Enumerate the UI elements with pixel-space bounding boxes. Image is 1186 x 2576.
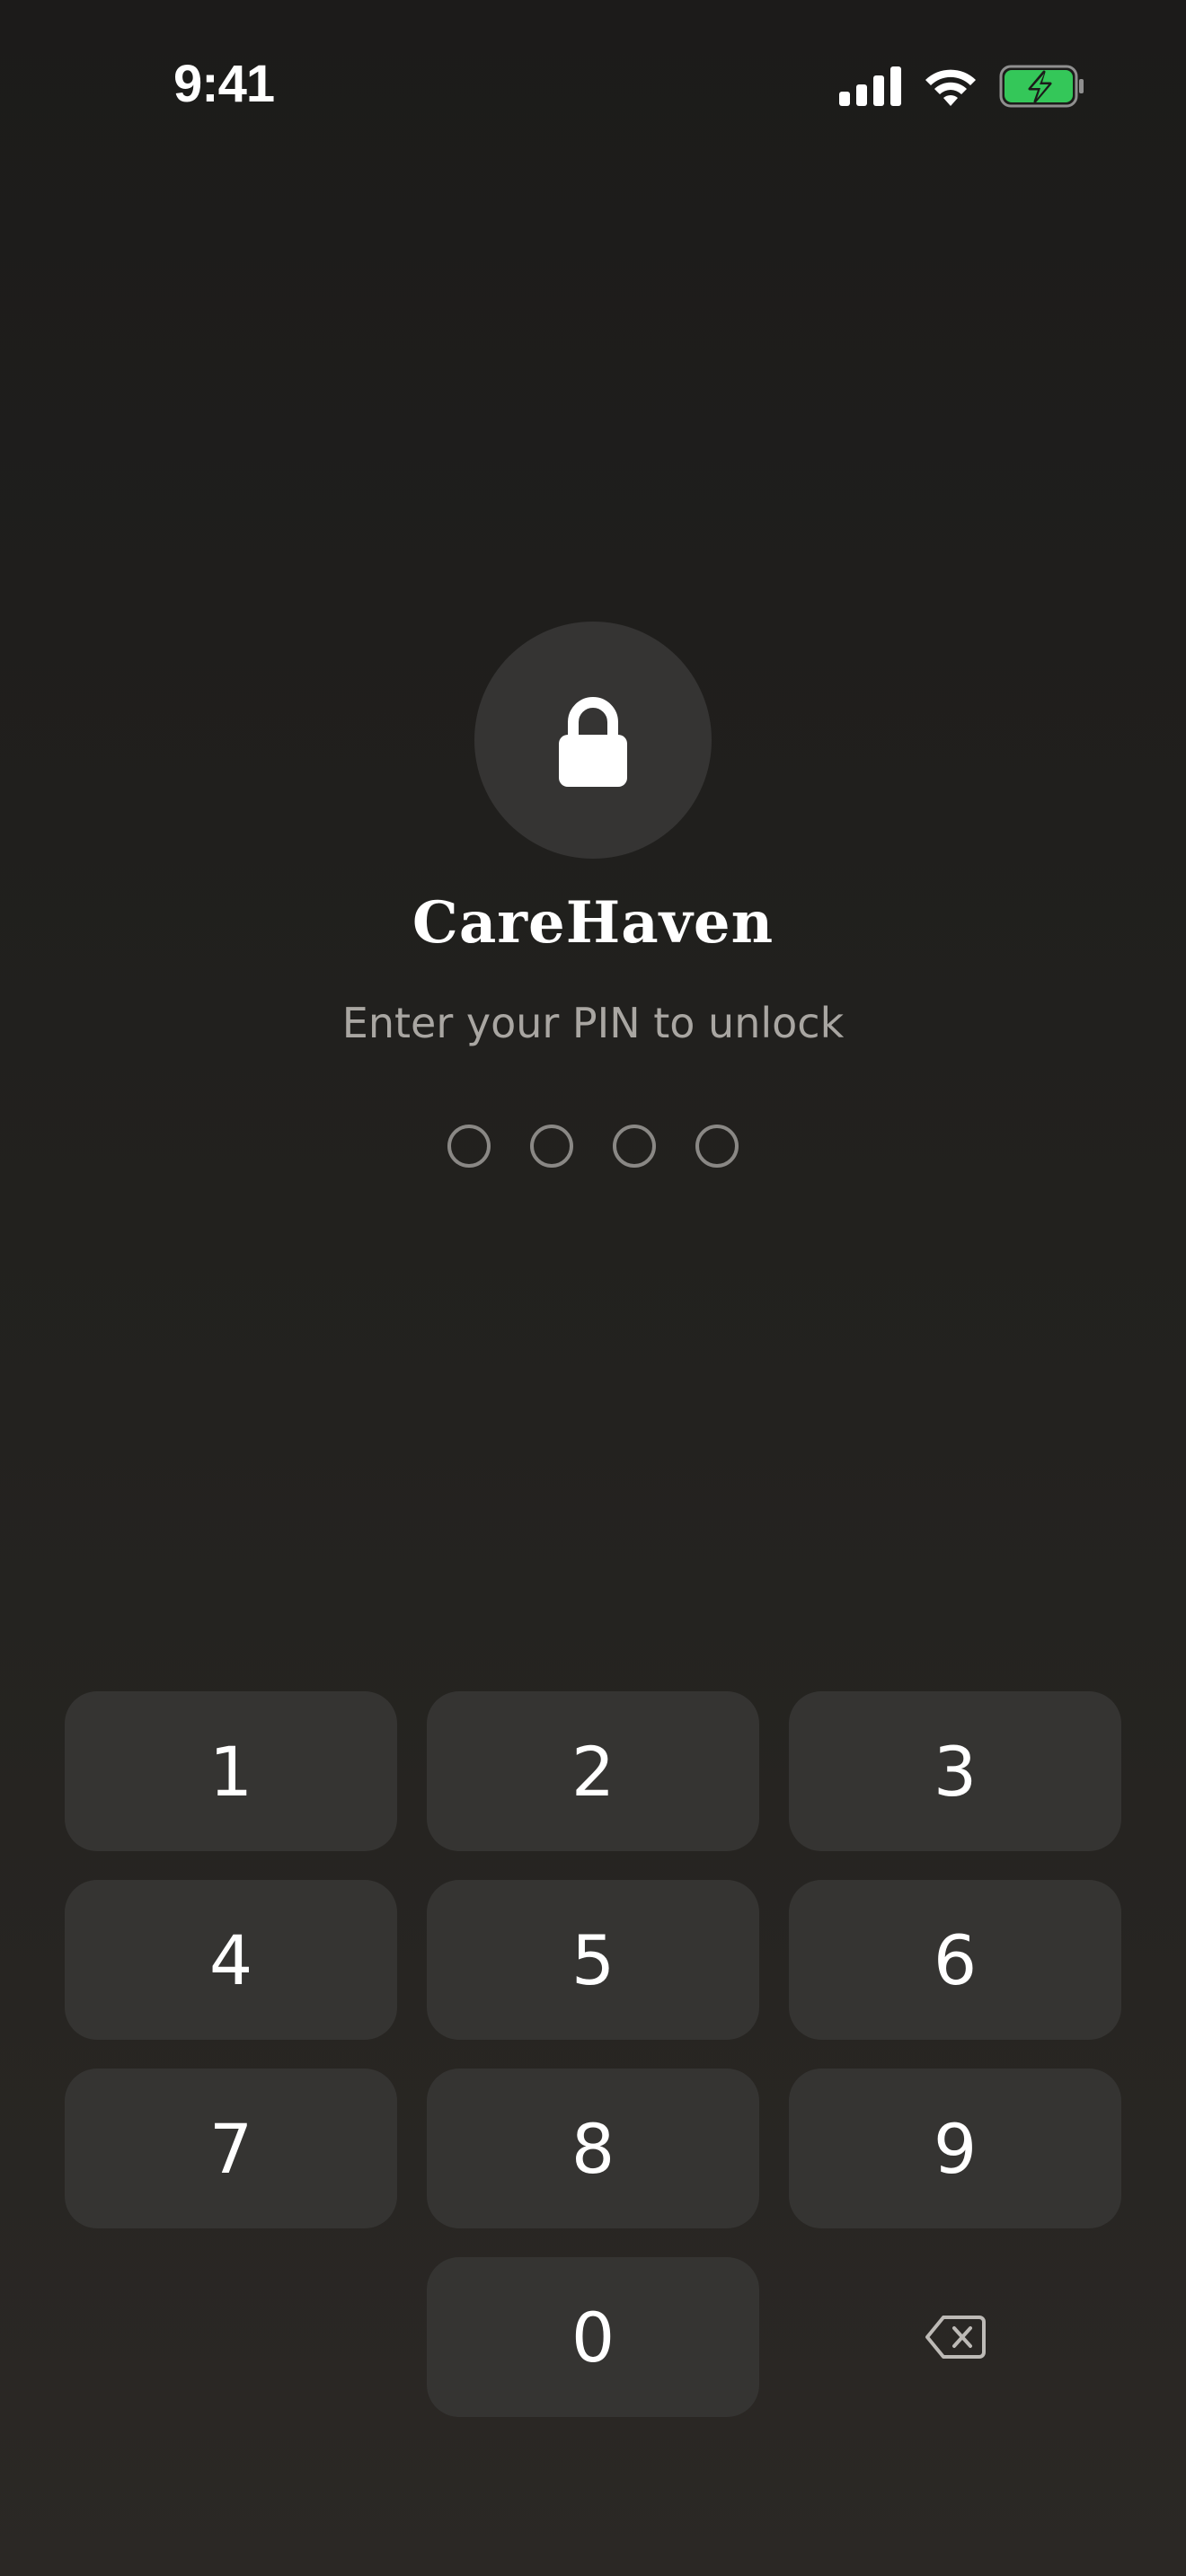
key-0[interactable]: 0	[427, 2257, 759, 2417]
cellular-signal-icon	[839, 66, 901, 106]
pin-dot	[695, 1125, 739, 1168]
status-icons	[839, 61, 1085, 111]
battery-charging-icon	[999, 65, 1084, 108]
key-4[interactable]: 4	[65, 1880, 397, 2040]
pin-dot	[613, 1125, 656, 1168]
lock-icon-container	[474, 622, 712, 859]
key-6[interactable]: 6	[789, 1880, 1121, 2040]
pin-prompt: Enter your PIN to unlock	[341, 999, 845, 1047]
key-2[interactable]: 2	[427, 1691, 759, 1851]
keypad-empty-slot	[65, 2257, 397, 2417]
key-7[interactable]: 7	[65, 2069, 397, 2228]
pin-dot	[530, 1125, 573, 1168]
pin-keypad: 1 2 3 4 5 6 7 8 9 0	[65, 1691, 1121, 2417]
pin-indicator	[0, 1125, 1186, 1168]
backspace-icon	[925, 2316, 986, 2359]
status-time: 9:41	[173, 55, 275, 113]
pin-dot	[447, 1125, 491, 1168]
key-9[interactable]: 9	[789, 2069, 1121, 2228]
status-bar: 9:41	[0, 0, 1186, 171]
key-1[interactable]: 1	[65, 1691, 397, 1851]
backspace-button[interactable]	[789, 2257, 1121, 2417]
key-3[interactable]: 3	[789, 1691, 1121, 1851]
wifi-icon	[925, 69, 976, 106]
lock-icon	[559, 697, 627, 787]
app-title: CareHaven	[412, 889, 774, 957]
key-8[interactable]: 8	[427, 2069, 759, 2228]
key-5[interactable]: 5	[427, 1880, 759, 2040]
